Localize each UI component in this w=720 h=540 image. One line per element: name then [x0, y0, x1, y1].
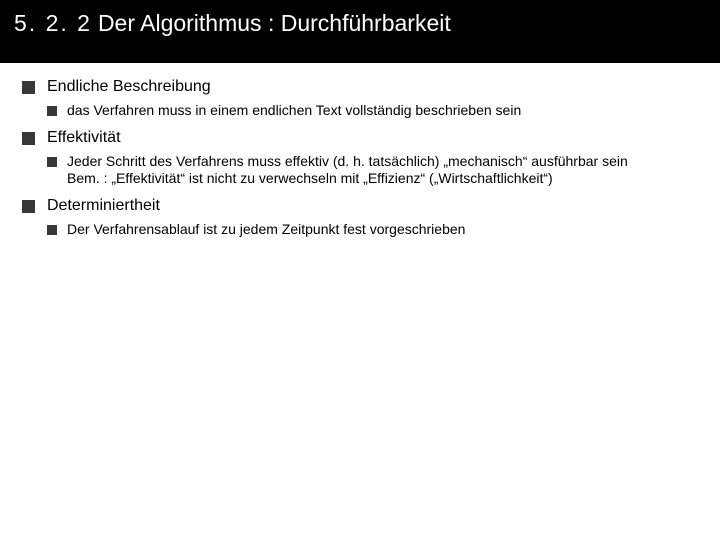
square-bullet-icon	[22, 200, 35, 213]
slide-content: Endliche Beschreibung das Verfahren muss…	[0, 63, 720, 238]
list-item: Effektivität	[22, 128, 700, 148]
list-item-label: Effektivität	[47, 128, 121, 148]
list-subitem: Der Verfahrensablauf ist zu jedem Zeitpu…	[47, 221, 700, 239]
list-subitem-text: Der Verfahrensablauf ist zu jedem Zeitpu…	[67, 221, 465, 239]
square-bullet-icon	[22, 81, 35, 94]
list-item-label: Endliche Beschreibung	[47, 77, 211, 97]
square-bullet-icon	[47, 225, 57, 235]
square-bullet-icon	[47, 106, 57, 116]
list-subitem-text: das Verfahren muss in einem endlichen Te…	[67, 102, 521, 120]
slide-header: 5. 2. 2 Der Algorithmus : Durchführbarke…	[0, 0, 720, 63]
list-subitem: Jeder Schritt des Verfahrens muss effekt…	[47, 153, 700, 188]
section-number: 5. 2. 2	[14, 10, 92, 37]
list-item-label: Determiniertheit	[47, 196, 160, 216]
square-bullet-icon	[47, 157, 57, 167]
list-item: Determiniertheit	[22, 196, 700, 216]
slide-title: Der Algorithmus : Durchführbarkeit	[98, 10, 451, 37]
list-item: Endliche Beschreibung	[22, 77, 700, 97]
square-bullet-icon	[22, 132, 35, 145]
list-subitem-text: Jeder Schritt des Verfahrens muss effekt…	[67, 153, 628, 188]
list-subitem: das Verfahren muss in einem endlichen Te…	[47, 102, 700, 120]
